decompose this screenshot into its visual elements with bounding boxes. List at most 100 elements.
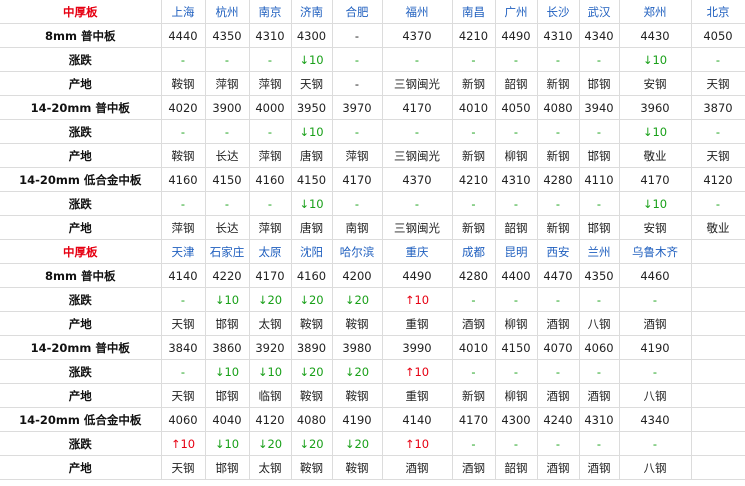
change-cell: -	[579, 47, 620, 72]
table-row-price: 14-20mm 低合金中板 4060 4040 4120 4080 4190 4140 417…	[0, 407, 745, 432]
change-cell: -	[691, 119, 745, 144]
origin-cell: 酒钢	[537, 311, 580, 336]
table-row-origin: 产地 天钢 邯钢 太钢 鞍钢 鞍钢 酒钢 酒钢 韶钢 酒钢 酒钢 八钢	[0, 455, 745, 480]
change-cell: ↓10	[205, 359, 250, 384]
change-cell: ↓20	[249, 431, 292, 456]
change-cell: -	[537, 431, 580, 456]
origin-cell: 鞍钢	[332, 383, 383, 408]
origin-cell: 鞍钢	[332, 311, 383, 336]
city-header: 哈尔滨	[332, 239, 383, 264]
price-cell: 4210	[452, 23, 496, 48]
origin-cell: 新钢	[452, 383, 496, 408]
change-cell: -	[249, 119, 292, 144]
price-cell: 3920	[249, 335, 292, 360]
origin-cell: 柳钢	[495, 143, 538, 168]
city-header: 重庆	[382, 239, 453, 264]
origin-cell: 酒钢	[579, 383, 620, 408]
change-cell: -	[619, 287, 692, 312]
origin-cell: 萍钢	[332, 143, 383, 168]
origin-cell: 韶钢	[495, 455, 538, 480]
origin-cell: 天钢	[691, 143, 745, 168]
origin-cell: 邯钢	[205, 455, 250, 480]
price-cell: 3960	[619, 95, 692, 120]
origin-cell: 邯钢	[205, 383, 250, 408]
city-header: 沈阳	[291, 239, 333, 264]
table-row-origin: 产地 鞍钢 萍钢 萍钢 天钢 - 三钢闽光 新钢 韶钢 新钢 邯钢 安钢 天钢	[0, 71, 745, 96]
origin-cell: -	[332, 71, 383, 96]
origin-cell: 柳钢	[495, 383, 538, 408]
origin-cell: 新钢	[537, 143, 580, 168]
price-cell: 4170	[619, 167, 692, 192]
change-cell: -	[691, 47, 745, 72]
change-cell	[691, 287, 745, 312]
city-header: 郑州	[619, 0, 692, 24]
row-label: 产地	[0, 311, 162, 336]
price-cell: 3860	[205, 335, 250, 360]
origin-cell: 敬业	[691, 215, 745, 240]
table-row-change: 涨跌 - - - ↓10- - - - - - ↓10-	[0, 119, 745, 144]
origin-cell: 唐钢	[291, 215, 333, 240]
table-row-origin: 产地 萍钢 长达 萍钢 唐钢 南钢 三钢闽光 新钢 韶钢 新钢 邯钢 安钢 敬业	[0, 215, 745, 240]
origin-cell: 酒钢	[619, 311, 692, 336]
price-cell: 4490	[382, 263, 453, 288]
row-label: 产地	[0, 455, 162, 480]
change-cell: -	[452, 287, 496, 312]
origin-cell: 邯钢	[579, 215, 620, 240]
price-cell: 4110	[579, 167, 620, 192]
change-cell: -	[495, 191, 538, 216]
row-label: 涨跌	[0, 191, 162, 216]
city-header-row: 中厚板 天津 石家庄 太原 沈阳 哈尔滨 重庆 成都 昆明 西安 兰州 乌鲁木齐	[0, 239, 745, 264]
origin-cell: 萍钢	[249, 71, 292, 96]
change-cell: -	[537, 287, 580, 312]
origin-cell: 韶钢	[495, 215, 538, 240]
price-cell: 4220	[205, 263, 250, 288]
origin-cell: 八钢	[579, 311, 620, 336]
price-cell: 4190	[332, 407, 383, 432]
change-cell: -	[452, 119, 496, 144]
price-cell: 4160	[161, 167, 206, 192]
table-row-price: 8mm 普中板 4140 4220 4170 4160 4200 4490 4280 4400 4…	[0, 263, 745, 288]
origin-cell: 新钢	[537, 71, 580, 96]
price-cell: 4350	[579, 263, 620, 288]
change-cell: ↓10	[291, 119, 333, 144]
origin-cell: 太钢	[249, 455, 292, 480]
price-cell: 4370	[382, 23, 453, 48]
change-cell: -	[161, 119, 206, 144]
change-cell: ↓10	[205, 287, 250, 312]
change-cell: -	[452, 431, 496, 456]
price-cell: 4470	[537, 263, 580, 288]
row-label: 8mm 普中板	[0, 23, 162, 48]
price-cell: 4460	[619, 263, 692, 288]
origin-cell: 邯钢	[205, 311, 250, 336]
section-title: 中厚板	[0, 0, 162, 24]
origin-cell: 鞍钢	[291, 455, 333, 480]
change-cell: ↑10	[382, 431, 453, 456]
origin-cell: 邯钢	[579, 143, 620, 168]
price-cell: 4350	[205, 23, 250, 48]
price-cell: 4280	[452, 263, 496, 288]
change-cell: -	[579, 431, 620, 456]
table-row-change: 涨跌 - ↓10 ↓10 ↓20 ↓20 ↑10- - - - -	[0, 359, 745, 384]
price-cell: 4280	[537, 167, 580, 192]
price-cell: 4440	[161, 23, 206, 48]
city-header: 福州	[382, 0, 453, 24]
origin-cell: 酒钢	[452, 311, 496, 336]
change-cell: -	[495, 119, 538, 144]
change-cell: ↓20	[291, 359, 333, 384]
price-cell: 4160	[249, 167, 292, 192]
table-row-change: 涨跌 - - - ↓10- - - - - - ↓10-	[0, 191, 745, 216]
change-cell: -	[332, 47, 383, 72]
origin-cell: 鞍钢	[291, 311, 333, 336]
origin-cell: 天钢	[291, 71, 333, 96]
change-cell: -	[619, 431, 692, 456]
city-header: 北京	[691, 0, 745, 24]
city-header	[691, 239, 745, 264]
origin-cell: 韶钢	[495, 71, 538, 96]
price-cell: 3870	[691, 95, 745, 120]
change-cell: ↓20	[291, 287, 333, 312]
row-label: 14-20mm 低合金中板	[0, 167, 162, 192]
origin-cell: 重钢	[382, 311, 453, 336]
origin-cell: 酒钢	[537, 455, 580, 480]
origin-cell: 三钢闽光	[382, 215, 453, 240]
origin-cell	[691, 383, 745, 408]
